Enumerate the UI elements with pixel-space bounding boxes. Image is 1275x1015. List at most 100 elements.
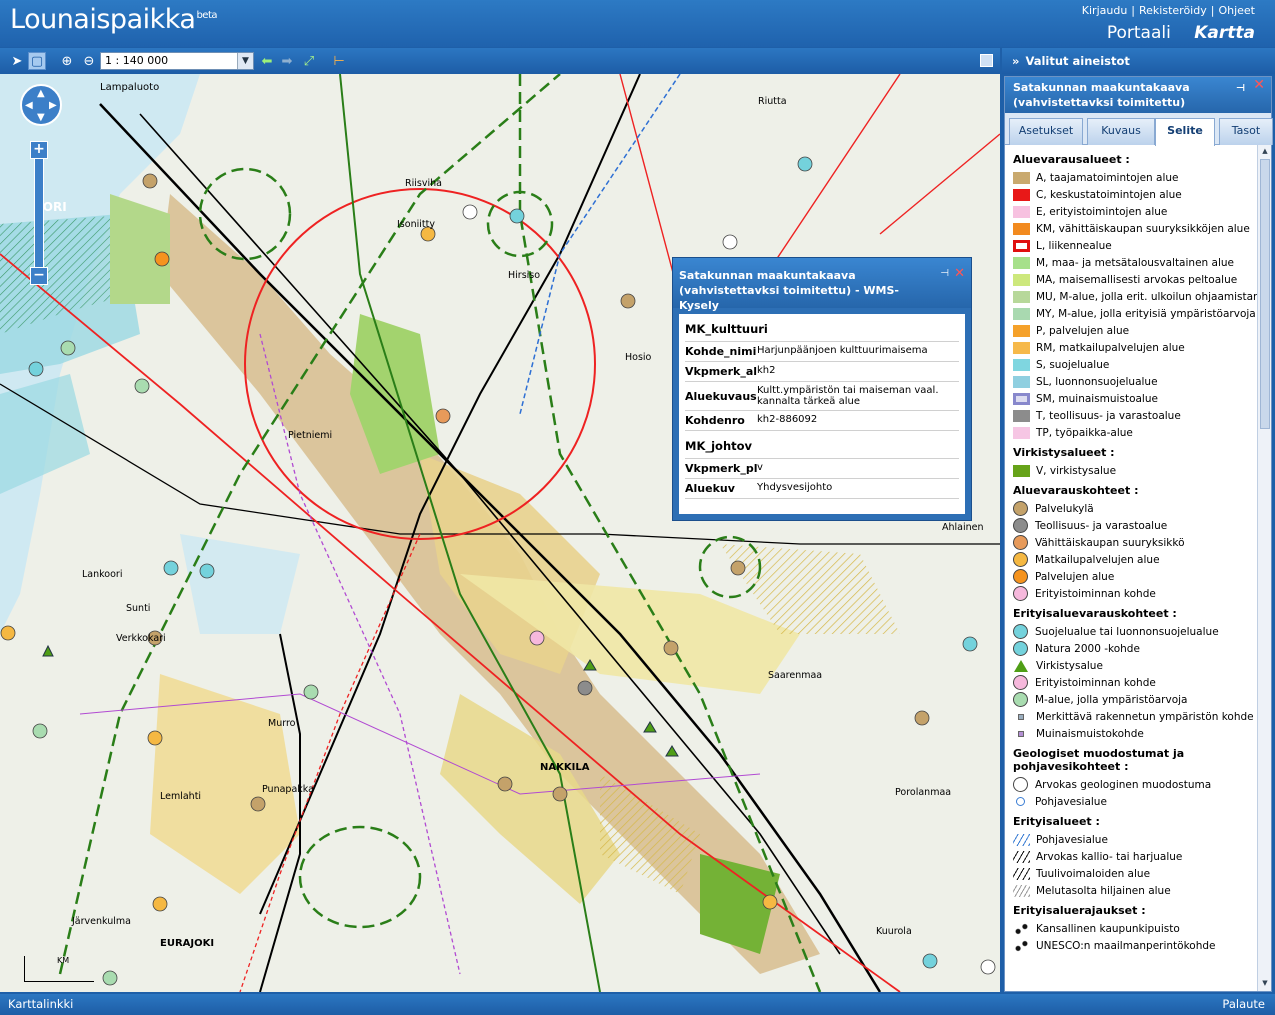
pin-icon[interactable]: ⊣ — [1236, 81, 1245, 96]
pan-up-icon[interactable]: ▲ — [37, 88, 45, 99]
legend-symbol — [1013, 552, 1028, 567]
select-arrow-icon[interactable]: ➤ — [8, 52, 26, 70]
zoom-out-icon[interactable]: ⊖ — [80, 52, 98, 70]
layer-panel: Satakunnan maakuntakaava (vahvistettavks… — [1004, 76, 1273, 992]
help-link[interactable]: Ohjeet — [1218, 4, 1255, 17]
legend-label: MA, maisemallisesti arvokas peltoalue — [1036, 273, 1238, 286]
legend-label: KM, vähittäiskaupan suuryksikköjen alue — [1036, 222, 1250, 235]
popup-row: Aluekuvaus Kultt.ympäristön tai maiseman … — [685, 382, 959, 411]
legend-label: Arvokas kallio- tai harjualue — [1036, 850, 1183, 863]
pan-down-icon[interactable]: ▼ — [37, 112, 45, 123]
pan-control[interactable]: ▲ ▼ ◀ ▶ — [20, 84, 62, 126]
popup-section-title: MK_kulttuuri — [685, 318, 959, 342]
legend-swatch — [1013, 833, 1030, 846]
register-link[interactable]: Rekisteröidy — [1139, 4, 1207, 17]
nav-kartta[interactable]: Kartta — [1194, 23, 1255, 43]
popup-title[interactable]: Satakunnan maakuntakaava (vahvistettavks… — [673, 258, 971, 312]
login-link[interactable]: Kirjaudu — [1082, 4, 1128, 17]
tab-tasot[interactable]: Tasot — [1219, 118, 1273, 145]
tab-asetukset[interactable]: Asetukset — [1009, 118, 1083, 145]
legend-symbol — [1016, 797, 1025, 806]
legend-group-title: Aluevarausalueet : — [1013, 153, 1130, 166]
popup-content: MK_kulttuuri Kohde_nimi Harjunpäänjoen ku… — [679, 314, 965, 514]
scale-select[interactable]: 1 : 140 000 ▼ — [100, 52, 254, 70]
site-logo[interactable]: Lounaispaikkabeta — [10, 4, 218, 35]
legend-label: S, suojelualue — [1036, 358, 1110, 371]
legend-label: Virkistysalue — [1036, 659, 1103, 672]
legend-item: Kansallinen kaupunkipuisto — [1013, 920, 1257, 937]
map-graphics — [0, 74, 1000, 992]
place-label: Saarenmaa — [768, 670, 823, 681]
pan-left-icon[interactable]: ◀ — [25, 100, 33, 111]
place-label: EURAJOKI — [160, 938, 215, 949]
legend-label: Merkittävä rakennetun ympäristön kohde — [1036, 710, 1254, 723]
legend-swatch — [1013, 392, 1030, 405]
zoom-in-button[interactable]: + — [30, 141, 48, 159]
legend-item: Palvelukylä — [1013, 500, 1257, 517]
legend-label: SL, luonnonsuojelualue — [1036, 375, 1158, 388]
zoom-in-icon[interactable]: ⊕ — [58, 52, 76, 70]
popup-section-title: MK_johtov — [685, 431, 959, 459]
legend-swatch — [1013, 464, 1030, 477]
layer-title: Satakunnan maakuntakaava (vahvistettavks… — [1005, 77, 1271, 113]
legend-item: SL, luonnonsuojelualue — [1013, 373, 1257, 390]
scroll-thumb[interactable] — [1260, 159, 1270, 429]
legend-label: Teollisuus- ja varastoalue — [1035, 519, 1168, 532]
selected-datasets-header[interactable]: » Valitut aineistot — [1002, 48, 1275, 74]
pin-icon[interactable]: ⊣ — [940, 268, 949, 279]
legend-symbol — [1013, 675, 1028, 690]
popup-row: Kohdenro kh2-886092 — [685, 411, 959, 431]
map-canvas[interactable]: Lampaluoto PORI Riisviha Isoniitty Hirsi… — [0, 74, 1000, 992]
legend-label: Palvelujen alue — [1035, 570, 1115, 583]
legend-symbol — [1013, 777, 1028, 792]
legend-group-title: Erityisaluevarauskohteet : — [1013, 607, 1177, 620]
legend-label: T, teollisuus- ja varastoalue — [1036, 409, 1181, 422]
legend-label: UNESCO:n maailmanperintökohde — [1036, 939, 1216, 952]
zoom-slider[interactable] — [34, 149, 44, 284]
legend-swatch — [1013, 922, 1030, 935]
legend-scrollbar[interactable]: ▲ ▼ — [1257, 145, 1271, 991]
maximize-icon[interactable] — [980, 54, 993, 67]
forward-icon[interactable]: ➡ — [278, 52, 296, 70]
close-icon[interactable]: ✕ — [954, 266, 965, 281]
nav-portal[interactable]: Portaali — [1107, 23, 1171, 43]
legend-item: MA, maisemallisesti arvokas peltoalue — [1013, 271, 1257, 288]
back-icon[interactable]: ⬅ — [258, 52, 276, 70]
legend-item: Suojelualue tai luonnonsuojelualue — [1013, 623, 1257, 640]
legend-item: UNESCO:n maailmanperintökohde — [1013, 937, 1257, 954]
tab-kuvaus[interactable]: Kuvaus — [1087, 118, 1155, 145]
place-label: Riisviha — [405, 178, 442, 189]
scroll-down-icon[interactable]: ▼ — [1260, 979, 1270, 989]
chevron-right-icon: » — [1012, 54, 1020, 68]
legend-symbol — [1013, 518, 1028, 533]
legend-symbol — [1018, 730, 1024, 737]
legend-symbol — [1013, 692, 1028, 707]
map-link[interactable]: Karttalinkki — [8, 997, 73, 1011]
legend-swatch — [1013, 239, 1030, 252]
legend-item: Melutasolta hiljainen alue — [1013, 882, 1257, 899]
legend-symbol — [1013, 641, 1028, 656]
scroll-up-icon[interactable]: ▲ — [1260, 147, 1270, 157]
legend-swatch — [1013, 188, 1030, 201]
feedback-link[interactable]: Palaute — [1222, 997, 1265, 1011]
zoom-box-icon[interactable]: ▢ — [28, 52, 46, 70]
legend-label: SM, muinaismuistoalue — [1036, 392, 1158, 405]
legend-swatch — [1013, 375, 1030, 388]
pan-right-icon[interactable]: ▶ — [49, 100, 57, 111]
legend-swatch — [1013, 307, 1030, 320]
full-extent-icon[interactable]: ⤢ — [300, 52, 318, 70]
close-icon[interactable]: ✕ — [1253, 78, 1265, 93]
legend-group-title: Virkistysalueet : — [1013, 446, 1115, 459]
measure-icon[interactable]: ⊢ — [330, 52, 348, 70]
legend-label: TP, työpaikka-alue — [1036, 426, 1133, 439]
legend-label: P, palvelujen alue — [1036, 324, 1130, 337]
legend-swatch — [1013, 205, 1030, 218]
zoom-out-button[interactable]: − — [30, 267, 48, 285]
chevron-down-icon[interactable]: ▼ — [237, 53, 253, 69]
tab-selite[interactable]: Selite — [1155, 118, 1215, 146]
place-label: Isoniitty — [397, 219, 435, 230]
legend-item: Virkistysalue — [1013, 657, 1257, 674]
legend-item: E, erityistoimintojen alue — [1013, 203, 1257, 220]
top-header: Lounaispaikkabeta Kirjaudu | Rekisteröidy |… — [0, 0, 1275, 47]
legend-swatch — [1013, 358, 1030, 371]
